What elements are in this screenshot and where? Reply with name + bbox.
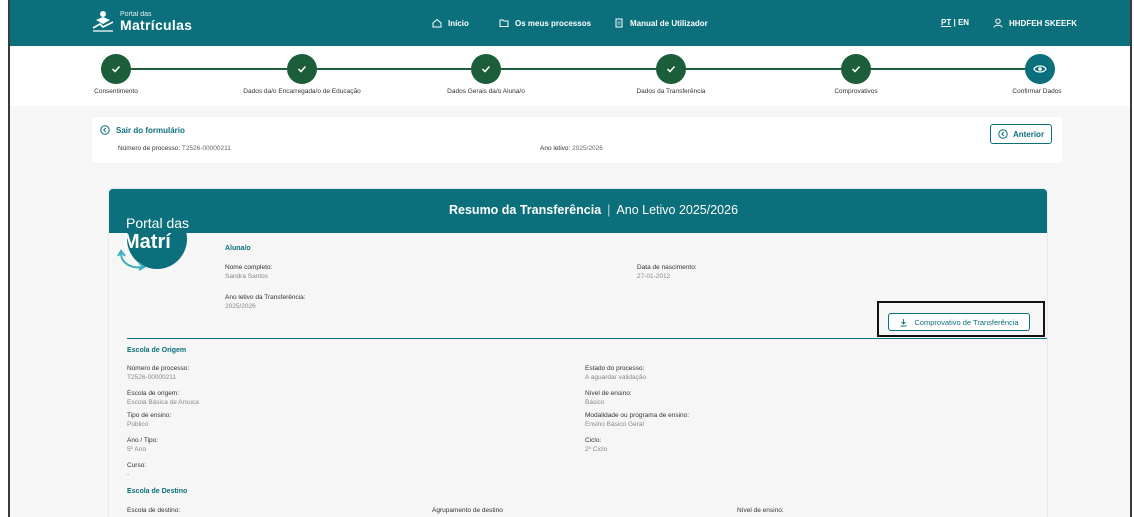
origin-school-label: Escola de origem: xyxy=(127,390,180,397)
nav-home[interactable]: Início xyxy=(432,0,469,46)
nav-user-manual-label: Manual de Utilizador xyxy=(630,18,708,28)
step-transfer-data[interactable] xyxy=(656,54,686,84)
education-modality-value: Ensino Básico Geral xyxy=(585,421,644,428)
language-switch: PT | EN xyxy=(941,18,969,27)
summary-title-main: Resumo da Transferência xyxy=(449,203,602,217)
lang-en[interactable]: EN xyxy=(958,18,969,27)
process-number: Número de processo: T2526-00000211 xyxy=(118,145,231,152)
nav-home-label: Início xyxy=(448,18,469,28)
user-menu[interactable]: HHDFEH SKEEFK xyxy=(993,18,1077,28)
download-icon xyxy=(900,318,907,326)
year-type-label: Ano / Tipo: xyxy=(127,437,159,444)
birth-date-label: Data de nascimento: xyxy=(637,264,697,271)
check-icon xyxy=(666,65,676,73)
lang-pt[interactable]: PT xyxy=(941,18,951,27)
document-icon xyxy=(615,18,623,28)
education-type-label: Tipo de ensino: xyxy=(127,412,172,419)
stepper-line xyxy=(116,68,1038,70)
top-navigation-bar: Portal das Matrículas Início Os meus pro… xyxy=(10,0,1130,46)
step-guardian-data-label: Dados da/o Encarregada/o de Educação xyxy=(243,88,361,95)
origin-process-number-label: Número de processo: xyxy=(127,365,190,372)
exit-form-link[interactable]: Sair do formulário xyxy=(100,125,185,135)
check-icon xyxy=(851,65,861,73)
check-icon xyxy=(481,65,491,73)
portal-logo[interactable]: Portal das Matrículas xyxy=(90,8,192,34)
process-status-label: Estado do processo: xyxy=(585,365,645,372)
student-section-title: Aluna/o xyxy=(225,245,251,252)
browser-frame: Portal das Matrículas Início Os meus pro… xyxy=(8,0,1132,517)
check-icon xyxy=(297,65,307,73)
process-info-card: Sair do formulário Número de processo: T… xyxy=(92,117,1062,163)
origin-school-value: Escola Básica de Arouca xyxy=(127,399,199,406)
nav-my-processes[interactable]: Os meus processos xyxy=(499,0,591,46)
summary-title-separator: | xyxy=(607,203,611,217)
step-guardian-data[interactable] xyxy=(287,54,317,84)
full-name-label: Nome completo: xyxy=(225,264,273,271)
education-level-value: Básico xyxy=(585,399,605,406)
school-year-label: Ano letivo: xyxy=(540,145,571,152)
cycle-value: 2º Ciclo xyxy=(585,446,608,453)
user-name: HHDFEH SKEEFK xyxy=(1009,18,1078,28)
course-value: - xyxy=(127,471,130,478)
destination-school-label: Escola de destino: xyxy=(127,507,181,514)
check-icon xyxy=(111,65,121,73)
destination-group-label: Agrupamento de destino xyxy=(432,507,503,514)
home-icon xyxy=(432,18,442,28)
full-name-value: Sandra Santos xyxy=(225,273,269,280)
year-type-value: 5º Ano xyxy=(127,446,147,453)
back-circle-icon xyxy=(100,125,110,135)
logo-big-text: Matrículas xyxy=(120,16,193,33)
process-number-value: T2526-00000211 xyxy=(181,145,231,152)
step-confirm[interactable] xyxy=(1025,54,1055,84)
back-circle-icon xyxy=(998,129,1008,139)
eye-icon xyxy=(1033,65,1047,73)
transfer-year-label: Ano letivo da Transferência: xyxy=(225,294,306,301)
folder-icon xyxy=(499,19,509,27)
step-consent[interactable] xyxy=(101,54,131,84)
origin-process-number-value: T2526-00000211 xyxy=(127,374,177,381)
download-proof-button[interactable]: Comprovativo de Transferência xyxy=(888,313,1030,331)
birth-date-value: 27-01-2012 xyxy=(637,273,671,280)
previous-button[interactable]: Anterior xyxy=(990,124,1052,144)
summary-title: Resumo da Transferência | Ano Letivo 2025/… xyxy=(449,203,738,217)
section-divider xyxy=(127,338,1047,339)
cycle-label: Ciclo: xyxy=(585,437,602,444)
education-type-value: Público xyxy=(127,421,149,428)
school-year-value: 2025/2026 xyxy=(572,145,603,152)
user-icon xyxy=(993,18,1003,28)
transfer-summary-card: Resumo da Transferência | Ano Letivo 2025/… xyxy=(108,188,1048,517)
step-consent-label: Consentimento xyxy=(94,88,138,95)
progress-stepper: Consentimento Dados da/o Encarregada/o d… xyxy=(10,46,1130,106)
lang-separator: | xyxy=(953,18,956,27)
nav-user-manual[interactable]: Manual de Utilizador xyxy=(614,0,708,46)
course-label: Curso: xyxy=(127,462,147,469)
education-level-label: Nível de ensino: xyxy=(585,390,632,397)
logo-small-text: Portal das xyxy=(120,10,152,18)
destination-school-section-title: Escola de Destino xyxy=(127,488,188,495)
transfer-year-value: 2025/2026 xyxy=(225,303,256,310)
step-documents[interactable] xyxy=(841,54,871,84)
process-status-value: A aguardar validação xyxy=(585,374,647,381)
exit-form-label: Sair do formulário xyxy=(116,125,185,135)
education-modality-label: Modalidade ou programa de ensino: xyxy=(585,412,690,419)
portal-logo-icon xyxy=(90,8,116,34)
origin-school-section-title: Escola de Origem xyxy=(127,347,187,354)
step-documents-label: Comprovativos xyxy=(834,88,878,95)
download-proof-label: Comprovativo de Transferência xyxy=(914,317,1019,327)
summary-title-year: Ano Letivo 2025/2026 xyxy=(616,203,739,217)
step-student-data-label: Dados Gerais da/o Aluna/o xyxy=(447,88,525,95)
refresh-arrow-icon xyxy=(117,249,146,271)
school-year: Ano letivo: 2025/2026 xyxy=(540,145,603,152)
previous-button-label: Anterior xyxy=(1012,129,1045,139)
step-confirm-label: Confirmar Dados xyxy=(1012,88,1062,95)
nav-my-processes-label: Os meus processos xyxy=(515,18,592,28)
destination-level-label: Nível de ensino: xyxy=(737,507,784,514)
brand-badge-top-text: Portal das xyxy=(126,215,190,231)
step-student-data[interactable] xyxy=(471,54,501,84)
summary-header: Resumo da Transferência | Ano Letivo 2025/… xyxy=(109,189,1047,233)
process-number-label: Número de processo: xyxy=(118,145,181,152)
step-transfer-data-label: Dados da Transferência xyxy=(636,88,706,95)
